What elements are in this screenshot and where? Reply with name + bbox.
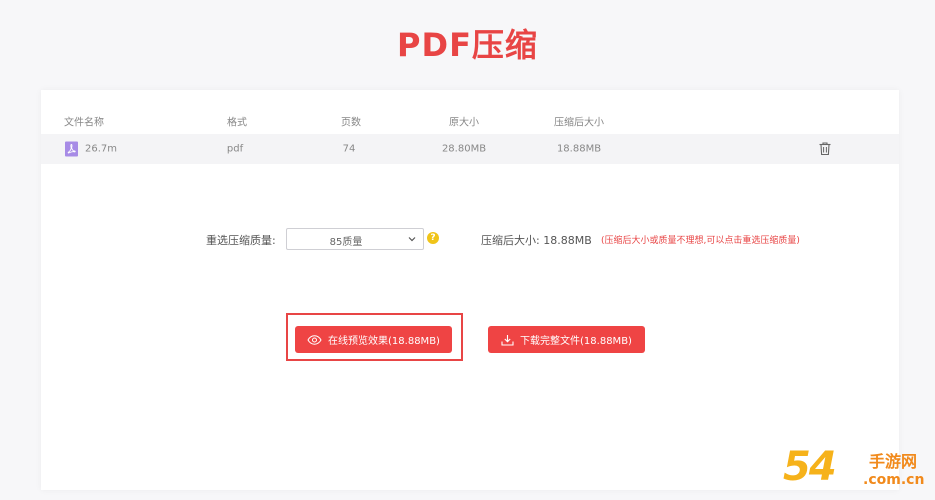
chevron-down-icon bbox=[408, 237, 416, 242]
watermark-domain: .com.cn bbox=[863, 472, 925, 488]
header-pages: 页数 bbox=[341, 117, 361, 129]
watermark-brand: 手游网 bbox=[869, 452, 918, 471]
quality-label: 重选压缩质量: bbox=[206, 234, 276, 247]
quality-selected-value: 85质量 bbox=[329, 237, 363, 248]
file-name: 26.7m bbox=[85, 143, 118, 155]
compressed-size-value: 18.88MB bbox=[543, 234, 592, 247]
page-title: PDF压缩 bbox=[397, 26, 538, 64]
download-full-label: 下载完整文件(18.88MB) bbox=[520, 336, 632, 347]
quality-row: 重选压缩质量: 85质量 ? 压缩后大小: 18.88MB (压缩后大小或质量不… bbox=[41, 228, 899, 250]
header-original-size: 原大小 bbox=[449, 117, 479, 129]
download-icon bbox=[501, 334, 514, 346]
compressed-size-summary: 压缩后大小: 18.88MB bbox=[481, 232, 592, 248]
download-full-button[interactable]: 下载完整文件(18.88MB) bbox=[488, 326, 645, 353]
header-compressed-size: 压缩后大小 bbox=[554, 117, 604, 129]
file-format: pdf bbox=[226, 143, 244, 155]
quality-select[interactable]: 85质量 bbox=[286, 228, 424, 250]
eye-icon bbox=[307, 334, 322, 345]
table-header: 文件名称 格式 页数 原大小 压缩后大小 bbox=[41, 112, 899, 130]
compressed-size-label: 压缩后大小: bbox=[481, 234, 540, 247]
file-original-size: 28.80MB bbox=[441, 143, 487, 155]
file-pages: 74 bbox=[342, 143, 356, 155]
header-file-name: 文件名称 bbox=[64, 117, 104, 129]
help-icon[interactable]: ? bbox=[427, 232, 439, 244]
table-row: 26.7m pdf 74 28.80MB 18.88MB bbox=[41, 134, 899, 164]
preview-online-label: 在线预览效果(18.88MB) bbox=[328, 336, 440, 347]
watermark-number: 54 bbox=[783, 444, 837, 490]
preview-online-button[interactable]: 在线预览效果(18.88MB) bbox=[295, 326, 452, 353]
pdf-file-icon bbox=[65, 141, 78, 157]
file-compressed-size: 18.88MB bbox=[556, 143, 602, 155]
trash-icon[interactable] bbox=[818, 141, 832, 156]
file-name-cell: 26.7m bbox=[65, 141, 118, 157]
quality-hint: (压缩后大小或质量不理想,可以点击重选压缩质量) bbox=[601, 236, 800, 246]
site-watermark: 54 手游网 .com.cn bbox=[783, 440, 933, 498]
compression-card: 文件名称 格式 页数 原大小 压缩后大小 26.7m pdf 74 28.80M… bbox=[41, 90, 899, 490]
header-format: 格式 bbox=[227, 117, 247, 129]
